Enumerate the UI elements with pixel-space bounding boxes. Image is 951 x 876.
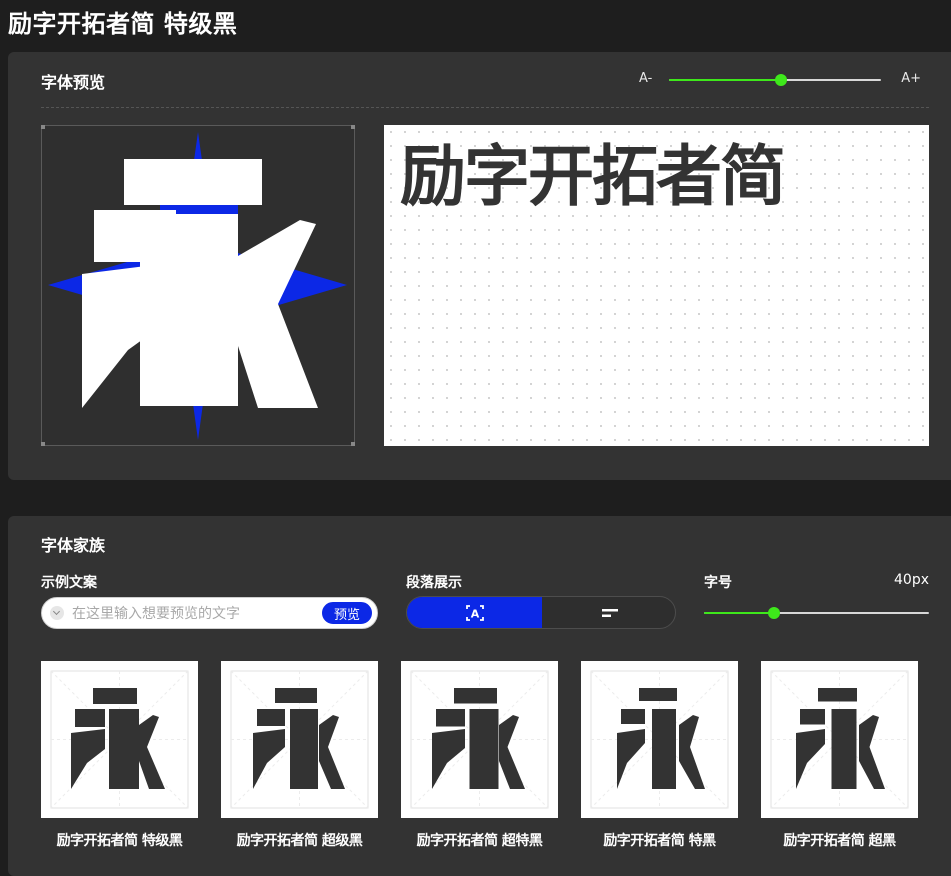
svg-text:A: A	[470, 607, 479, 620]
preview-size-control: A- A+	[639, 71, 921, 89]
font-family-panel: 字体家族 示例文案 段落展示 字号 40px 预览 A 励字开拓者简 特级黑 励字…	[8, 516, 951, 876]
sample-text-input[interactable]	[72, 603, 312, 625]
font-weight-card[interactable]: 励字开拓者简 超黑	[761, 661, 918, 850]
font-weight-card-label: 励字开拓者简 超级黑	[236, 833, 363, 849]
font-weight-card[interactable]: 励字开拓者简 特级黑	[41, 661, 198, 850]
font-size-value: 40px	[894, 572, 929, 588]
sample-text-label: 示例文案	[41, 575, 97, 591]
glyph-grid	[230, 670, 369, 809]
preview-text: 励字开拓者简	[400, 138, 786, 215]
glyph-yong	[82, 159, 318, 408]
glyph-sample	[401, 661, 558, 818]
font-family-heading: 字体家族	[41, 536, 106, 555]
glyph-yong	[796, 688, 885, 789]
preview-size-slider-fill	[669, 79, 782, 81]
glyph-art	[48, 132, 347, 440]
page-title: 励字开拓者简 特级黑	[8, 10, 238, 38]
paragraph-label: 段落展示	[406, 575, 462, 591]
glyph-sample	[221, 661, 378, 818]
font-weight-card-label: 励字开拓者简 特黑	[603, 833, 716, 849]
preview-size-slider-handle[interactable]	[775, 74, 788, 86]
font-preview-heading: 字体预览	[41, 73, 106, 92]
text-preview-canvas: 励字开拓者简	[384, 125, 929, 446]
glyph-sample	[41, 661, 198, 818]
glyph-sample	[581, 661, 738, 818]
glyph-grid	[590, 670, 729, 809]
font-weight-card[interactable]: 励字开拓者简 超特黑	[401, 661, 558, 850]
divider	[41, 107, 929, 108]
glyph-yong	[432, 688, 525, 789]
glyph-sample	[761, 661, 918, 818]
font-weight-card[interactable]: 励字开拓者简 超级黑	[221, 661, 378, 850]
align-left-icon	[601, 608, 618, 617]
font-size-label: 字号	[704, 575, 732, 591]
paragraph-mode-toggle: A	[406, 596, 676, 629]
font-size-slider-fill	[704, 612, 774, 614]
sample-text-field: 预览	[41, 597, 378, 629]
font-weight-card-label: 励字开拓者简 超黑	[783, 833, 896, 849]
glyph-grid	[50, 670, 189, 809]
glyph-showcase	[41, 125, 355, 446]
font-weight-card-label: 励字开拓者简 特级黑	[56, 833, 183, 849]
preview-button[interactable]: 预览	[320, 600, 374, 626]
glyph-grid	[770, 670, 909, 809]
font-preview-panel: 字体预览 A- A+ 励字开拓者简	[8, 52, 951, 480]
font-size-slider-handle[interactable]	[767, 607, 780, 619]
decrease-size-button[interactable]: A-	[639, 71, 652, 86]
toggle-align-left[interactable]	[542, 597, 675, 628]
font-weight-card[interactable]: 励字开拓者简 特黑	[581, 661, 738, 850]
text-frame-icon: A	[465, 604, 484, 621]
chevron-down-icon[interactable]	[50, 606, 64, 620]
increase-size-button[interactable]: A+	[901, 71, 921, 86]
glyph-yong	[617, 688, 705, 789]
preview-size-slider[interactable]	[669, 74, 881, 86]
font-weight-card-label: 励字开拓者简 超特黑	[416, 833, 543, 849]
glyph-grid	[410, 670, 549, 809]
toggle-text-frame[interactable]: A	[407, 597, 542, 628]
font-size-slider[interactable]	[704, 607, 929, 619]
